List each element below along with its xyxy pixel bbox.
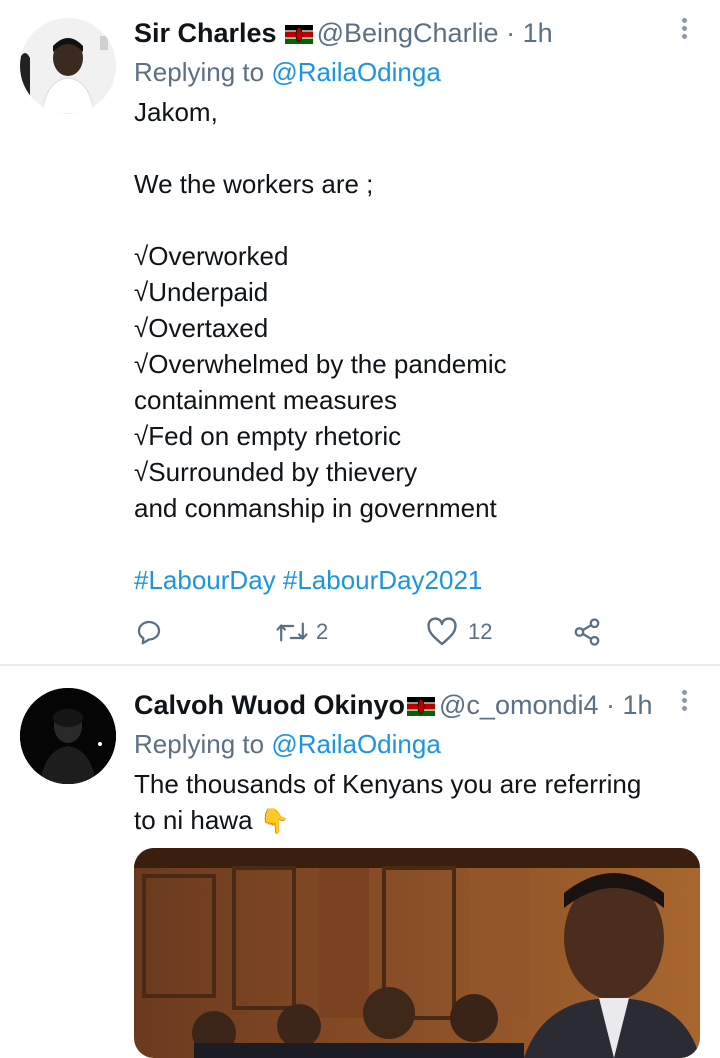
text-line: The thousands of Kenyans you are referri…	[134, 769, 642, 799]
reply-mention-link[interactable]: @RailaOdinga	[271, 57, 440, 87]
more-options-icon[interactable]	[676, 690, 692, 716]
text-line: to ni hawa 👇	[134, 802, 694, 838]
reply-button[interactable]	[134, 612, 164, 652]
tweet-divider	[0, 664, 720, 666]
text-line: Jakom,	[134, 97, 218, 127]
reply-mention-link[interactable]: @RailaOdinga	[271, 729, 440, 759]
tweet-header: Calvoh Wuod Okinyo @c_omondi4 · 1h	[134, 688, 653, 722]
text-line: √Overwhelmed by the pandemic	[134, 349, 507, 379]
reply-icon	[134, 617, 164, 647]
user-handle[interactable]: @c_omondi4	[439, 690, 599, 720]
retweet-count: 2	[316, 619, 329, 644]
pointing-down-emoji: 👇	[259, 808, 290, 835]
retweet-button[interactable]: 2	[274, 612, 328, 652]
text-line: √Overtaxed	[134, 313, 269, 343]
text-line: √Underpaid	[134, 277, 269, 307]
text-line: √Fed on empty rhetoric	[134, 421, 402, 451]
like-icon	[426, 617, 458, 647]
kenya-flag-icon	[284, 18, 313, 44]
share-button[interactable]	[572, 612, 602, 652]
replying-to: Replying to @RailaOdinga	[134, 728, 441, 760]
more-options-icon[interactable]	[676, 18, 692, 44]
kenya-flag-icon	[407, 690, 436, 716]
avatar[interactable]	[20, 688, 116, 784]
text-line: and conmanship in government	[134, 493, 497, 523]
text-line	[134, 130, 694, 166]
text-line: We the workers are ;	[134, 169, 374, 199]
text-line	[134, 202, 694, 238]
share-icon	[572, 617, 602, 647]
text-line	[134, 526, 694, 562]
user-handle[interactable]: @BeingCharlie	[317, 18, 499, 48]
hashtags-link[interactable]: #LabourDay #LabourDay2021	[134, 562, 694, 598]
tweet-text: Jakom, We the workers are ; √Overworked …	[134, 94, 694, 598]
display-name[interactable]: Calvoh Wuod Okinyo	[134, 690, 405, 720]
timestamp[interactable]: · 1h	[506, 18, 553, 48]
text-line: √Overworked	[134, 241, 289, 271]
text-line: √Surrounded by thievery	[134, 457, 418, 487]
tweet-actions: 2 12	[134, 612, 604, 652]
like-button[interactable]: 12	[426, 612, 492, 652]
tweet-text: The thousands of Kenyans you are referri…	[134, 766, 694, 838]
display-name[interactable]: Sir Charles	[134, 18, 277, 48]
photo-image	[134, 848, 700, 1058]
avatar[interactable]	[20, 18, 116, 114]
replying-to: Replying to @RailaOdinga	[134, 56, 441, 88]
text-line: containment measures	[134, 385, 398, 415]
like-count: 12	[468, 619, 493, 644]
text-line-content: to ni hawa	[134, 805, 253, 835]
timestamp[interactable]: · 1h	[606, 690, 653, 720]
replying-prefix: Replying to	[134, 729, 272, 759]
tweet-header: Sir Charles @BeingCharlie · 1h	[134, 16, 553, 50]
retweet-icon	[274, 617, 310, 647]
tweet-photo[interactable]	[134, 848, 700, 1058]
replying-prefix: Replying to	[134, 57, 272, 87]
